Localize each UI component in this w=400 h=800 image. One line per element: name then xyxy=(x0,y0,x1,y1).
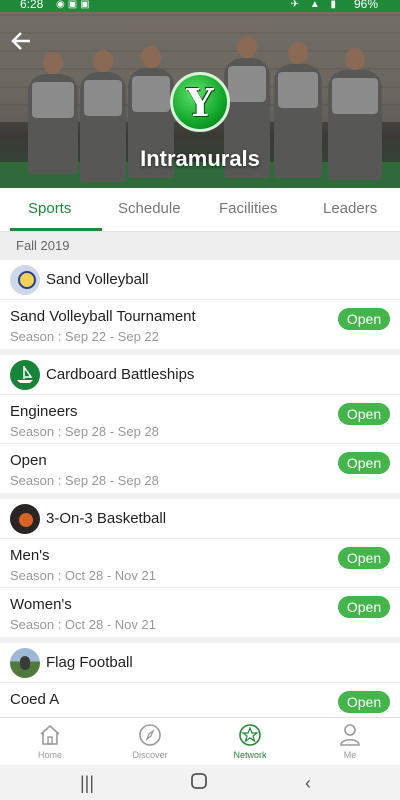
sport-group: 3-On-3 Basketball Men's Season : Oct 28 … xyxy=(0,499,400,637)
league-season: Season : Sep 28 - Sep 28 xyxy=(10,424,159,439)
season-header: Fall 2019 xyxy=(0,232,400,260)
tab-facilities[interactable]: Facilities xyxy=(219,200,277,217)
league-row[interactable]: Men's Season : Oct 28 - Nov 21 Open xyxy=(0,539,400,588)
tab-bar: Sports Schedule Facilities Leaders xyxy=(0,188,400,232)
sport-group-header[interactable]: Sand Volleyball xyxy=(0,260,400,300)
league-title: Coed A xyxy=(10,691,60,708)
sport-group-header[interactable]: Flag Football xyxy=(0,643,400,683)
back-arrow-icon[interactable] xyxy=(10,30,36,56)
league-row[interactable]: Open Season : Sep 28 - Sep 28 Open xyxy=(0,444,400,493)
notification-icons: ◉▣▣ xyxy=(56,0,93,10)
bottom-nav: Home Discover Network Me xyxy=(0,717,400,765)
league-season: Season : Oct 28 - Nov 21 xyxy=(10,617,156,632)
football-icon xyxy=(10,647,40,678)
sports-list: Sand Volleyball Sand Volleyball Tourname… xyxy=(0,260,400,717)
sport-title: Cardboard Battleships xyxy=(46,366,195,383)
back-icon[interactable]: ‹ xyxy=(305,773,311,794)
battleship-icon xyxy=(10,359,40,390)
sport-group: Flag Football Coed A Open xyxy=(0,643,400,717)
nav-label: Discover xyxy=(132,750,168,760)
league-row[interactable]: Women's Season : Oct 28 - Nov 21 Open xyxy=(0,588,400,637)
volleyball-icon xyxy=(10,264,40,295)
league-row[interactable]: Engineers Season : Sep 28 - Sep 28 Open xyxy=(0,395,400,444)
league-season: Season : Oct 28 - Nov 21 xyxy=(10,568,156,583)
active-tab-indicator xyxy=(10,228,102,231)
compass-icon xyxy=(120,722,180,748)
sport-title: Flag Football xyxy=(46,654,133,671)
page-title: Intramurals xyxy=(140,146,260,171)
hero-banner: Y Intramurals xyxy=(0,12,400,188)
league-title: Women's xyxy=(10,596,72,613)
league-title: Men's xyxy=(10,547,50,564)
league-title: Open xyxy=(10,452,47,469)
league-row[interactable]: Sand Volleyball Tournament Season : Sep … xyxy=(0,300,400,349)
nav-me[interactable]: Me xyxy=(320,722,380,760)
open-badge[interactable]: Open xyxy=(338,403,390,425)
person-icon xyxy=(320,722,380,748)
school-logo: Y xyxy=(170,72,230,132)
system-nav-bar: ||| ‹ xyxy=(0,765,400,800)
tab-leaders[interactable]: Leaders xyxy=(323,200,377,217)
open-badge[interactable]: Open xyxy=(338,691,390,713)
sport-title: 3-On-3 Basketball xyxy=(46,510,167,527)
league-title: Engineers xyxy=(10,403,78,420)
status-time: 6:28 xyxy=(20,0,44,11)
league-season: Season : Sep 28 - Sep 28 xyxy=(10,473,159,488)
tab-sports[interactable]: Sports xyxy=(28,200,71,217)
open-badge[interactable]: Open xyxy=(338,308,390,330)
sport-group-header[interactable]: Cardboard Battleships xyxy=(0,355,400,395)
battery-level: 96% xyxy=(353,0,378,11)
status-bar: 6:28 ◉▣▣ ✈ ▲ ▮ 96% xyxy=(0,0,400,12)
home-icon xyxy=(20,722,80,748)
open-badge[interactable]: Open xyxy=(338,452,390,474)
sport-title: Sand Volleyball xyxy=(46,271,149,288)
open-badge[interactable]: Open xyxy=(338,547,390,569)
nav-discover[interactable]: Discover xyxy=(120,722,180,760)
nav-network[interactable]: Network xyxy=(220,722,280,760)
tab-schedule[interactable]: Schedule xyxy=(118,200,181,217)
league-row[interactable]: Coed A Open xyxy=(0,683,400,717)
open-badge[interactable]: Open xyxy=(338,596,390,618)
sport-group: Cardboard Battleships Engineers Season :… xyxy=(0,355,400,493)
nav-label: Me xyxy=(343,750,357,760)
sport-group-header[interactable]: 3-On-3 Basketball xyxy=(0,499,400,539)
recent-apps-icon[interactable]: ||| xyxy=(80,773,94,794)
basketball-icon xyxy=(10,503,40,534)
league-season: Season : Sep 22 - Sep 22 xyxy=(10,329,159,344)
signal-icons: ✈ ▲ ▮ xyxy=(290,0,340,10)
home-button-icon[interactable] xyxy=(190,772,208,795)
network-icon xyxy=(220,722,280,748)
nav-label: Network xyxy=(233,750,267,760)
nav-label: Home xyxy=(37,750,62,760)
sport-group: Sand Volleyball Sand Volleyball Tourname… xyxy=(0,260,400,349)
league-title: Sand Volleyball Tournament xyxy=(10,308,196,325)
nav-home[interactable]: Home xyxy=(20,722,80,760)
